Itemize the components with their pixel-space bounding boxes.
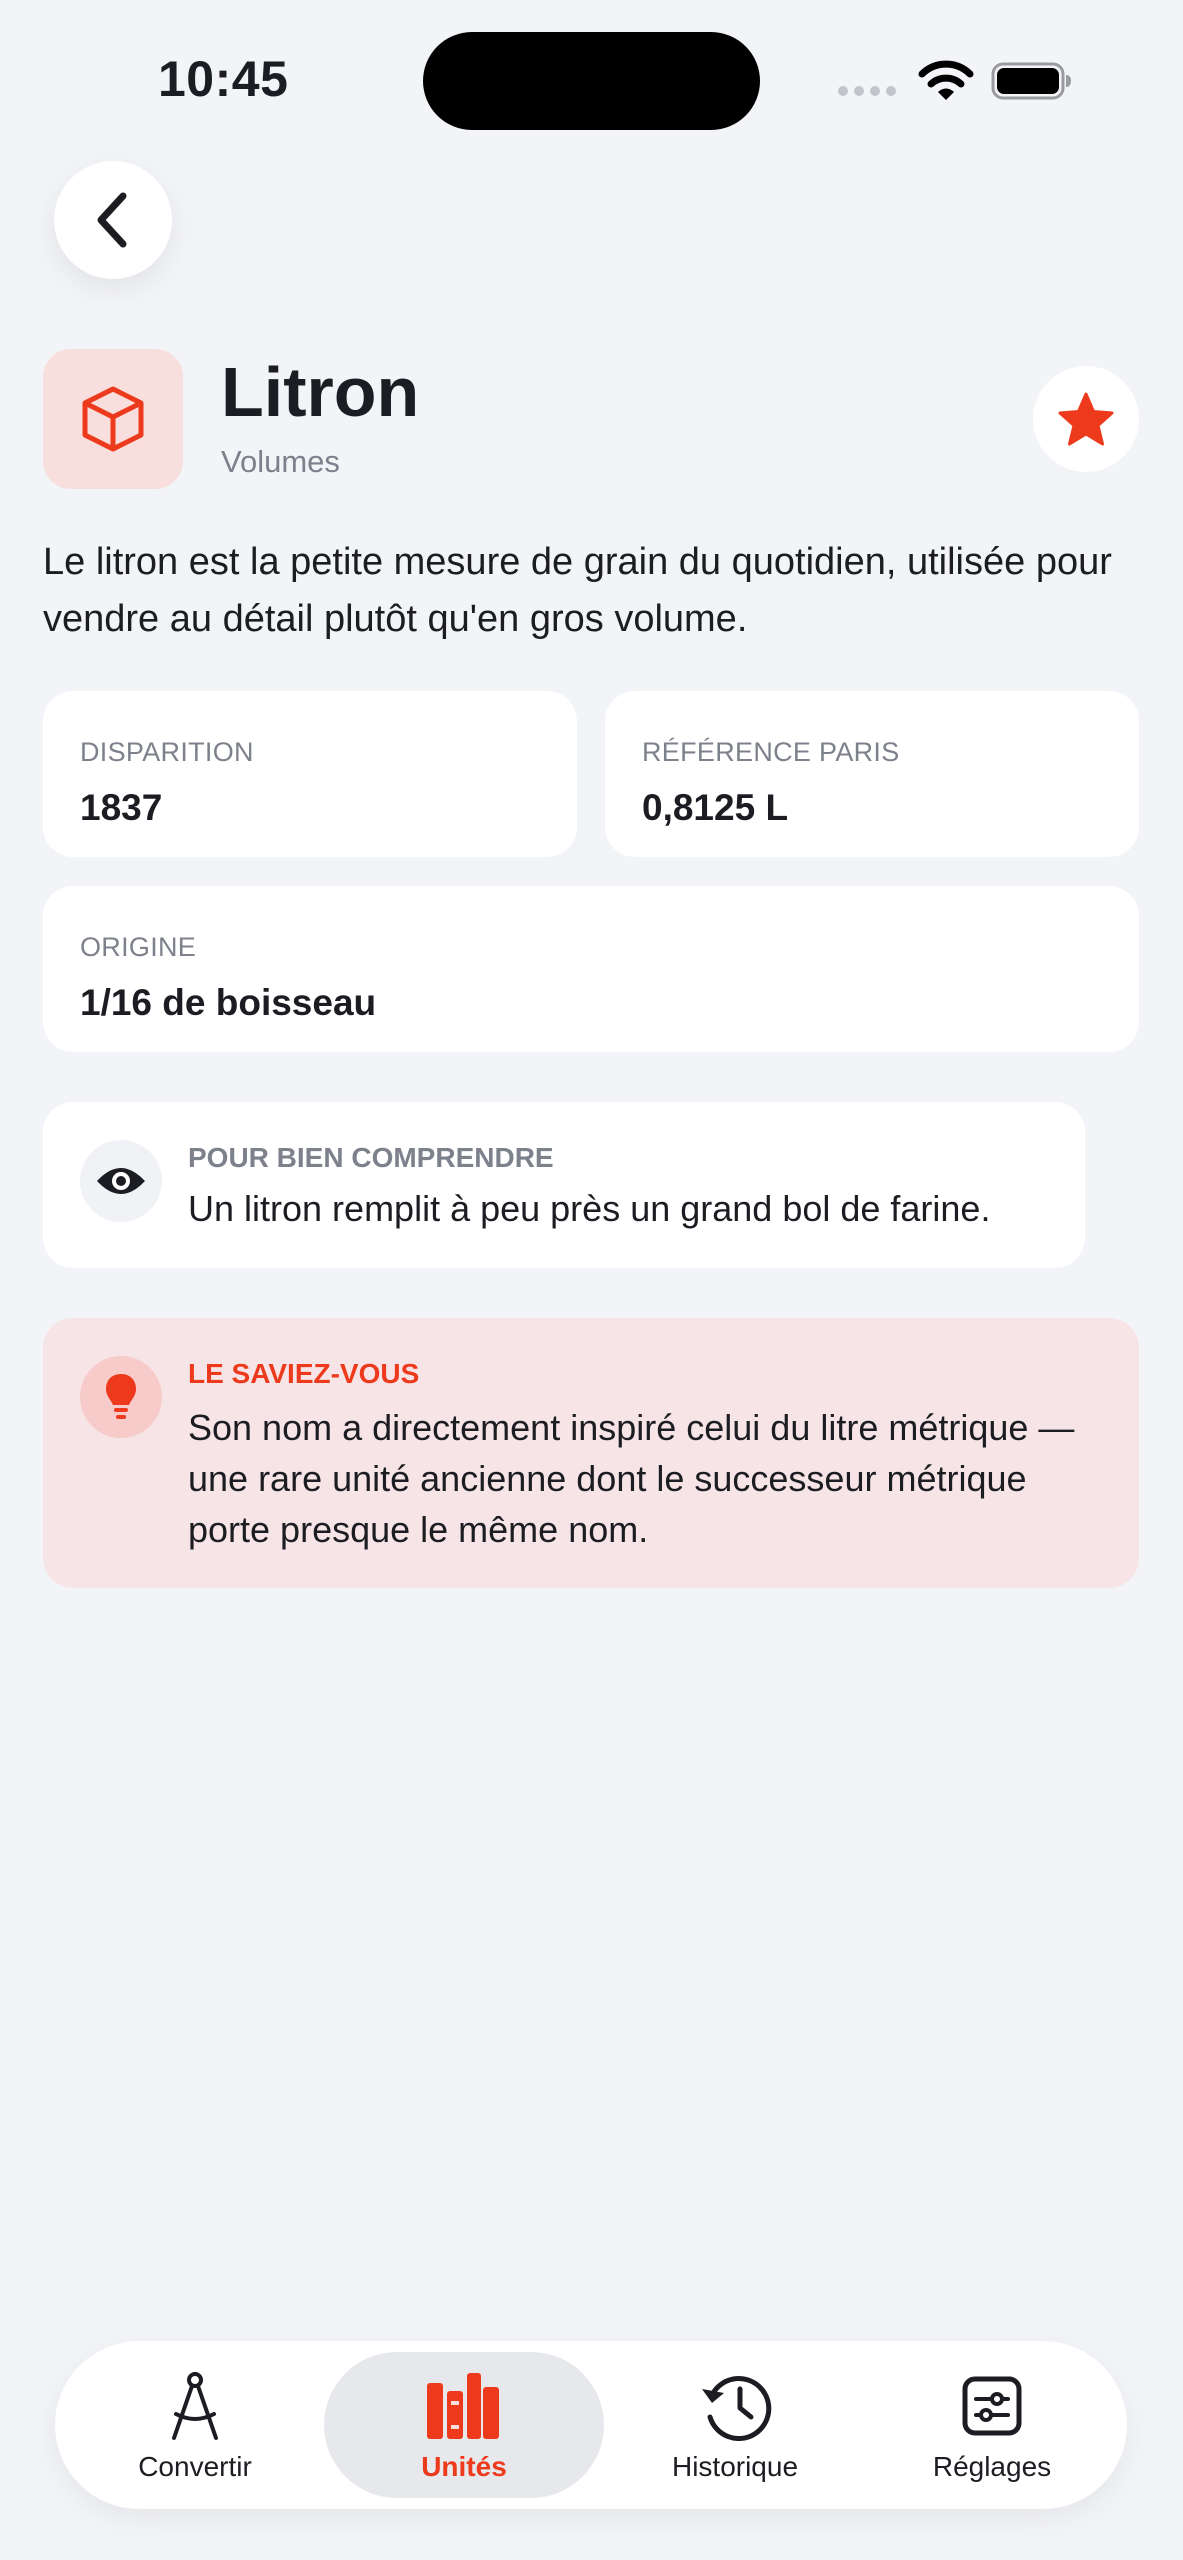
page-title: Litron	[221, 353, 420, 431]
tab-label: Historique	[671, 2451, 799, 2482]
battery-icon	[991, 62, 1071, 100]
stat-card-disparition: DISPARITION 1837	[43, 691, 577, 857]
category-label: Volumes	[221, 444, 340, 479]
stat-label: ORIGINE	[80, 932, 197, 962]
eye-icon-wrap	[80, 1140, 162, 1222]
understand-text: Un litron remplit à peu près un grand bo…	[188, 1188, 991, 1229]
chevron-left-icon	[97, 192, 127, 248]
tab-label: Réglages	[932, 2451, 1052, 2482]
lightbulb-icon-wrap	[80, 1356, 162, 1438]
tab-reglages[interactable]: Réglages	[872, 2341, 1112, 2509]
cube-icon	[82, 386, 144, 452]
dynamic-island	[423, 32, 760, 130]
stat-value: 1/16 de boisseau	[80, 982, 377, 1023]
stat-value: 1837	[80, 787, 163, 828]
tab-convertir[interactable]: Convertir	[75, 2341, 315, 2509]
back-button[interactable]	[54, 161, 172, 279]
tab-historique[interactable]: Historique	[615, 2341, 855, 2509]
eye-icon	[97, 1168, 145, 1194]
lightbulb-icon	[106, 1374, 136, 1419]
fact-text: Son nom a directement inspiré celui du l…	[188, 1407, 1075, 1550]
unit-icon-tile	[43, 349, 183, 489]
tab-unites[interactable]: Unités	[324, 2341, 604, 2509]
stat-card-reference: RÉFÉRENCE PARIS 0,8125 L	[605, 691, 1139, 857]
understand-label: POUR BIEN COMPRENDRE	[188, 1142, 554, 1173]
signal-icon	[838, 86, 896, 96]
tab-bar: Convertir Unités Historique Réglages	[55, 2341, 1127, 2509]
tab-label: Unités	[421, 2451, 507, 2482]
fact-label: LE SAVIEZ-VOUS	[188, 1358, 420, 1389]
fact-card: LE SAVIEZ-VOUS Son nom a directement ins…	[43, 1318, 1139, 1588]
compass-icon	[172, 2372, 218, 2440]
unit-description: Le litron est la petite mesure de grain …	[43, 541, 1112, 640]
stat-label: DISPARITION	[80, 737, 254, 767]
status-time: 10:45	[158, 51, 289, 107]
history-icon	[702, 2376, 772, 2441]
wifi-icon	[918, 60, 974, 100]
books-icon	[427, 2373, 499, 2439]
tab-label: Convertir	[138, 2451, 252, 2482]
stat-label: RÉFÉRENCE PARIS	[642, 737, 900, 767]
stat-card-origine: ORIGINE 1/16 de boisseau	[43, 886, 1139, 1052]
star-icon	[1058, 392, 1114, 446]
stat-value: 0,8125 L	[642, 787, 789, 828]
sliders-icon	[962, 2376, 1022, 2436]
favorite-button[interactable]	[1033, 366, 1139, 472]
understand-card: POUR BIEN COMPRENDRE Un litron remplit à…	[43, 1102, 1085, 1268]
